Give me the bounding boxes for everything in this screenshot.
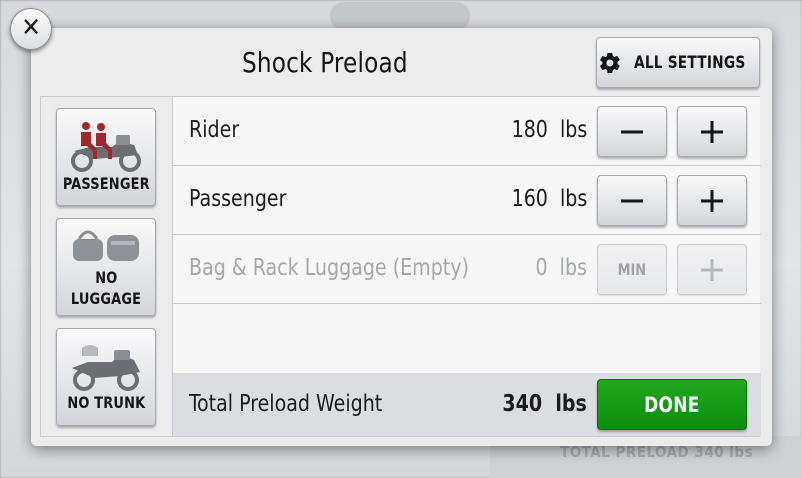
- rider-increase-button[interactable]: [677, 106, 747, 157]
- motorcycle-trunk-icon: [72, 344, 140, 391]
- passenger-label: Passenger: [189, 186, 287, 212]
- luggage-icon: [73, 230, 139, 261]
- rider-weight: 180 lbs: [511, 117, 587, 143]
- done-label: DONE: [644, 392, 700, 417]
- luggage-mode-button[interactable]: NO LUGGAGE: [56, 218, 156, 316]
- passenger-mode-button[interactable]: PASSENGER: [56, 108, 156, 206]
- close-button[interactable]: ✕: [10, 8, 52, 50]
- done-button[interactable]: DONE: [597, 379, 747, 430]
- plus-icon: [701, 120, 723, 143]
- rider-row: Rider 180 lbs: [173, 97, 761, 166]
- all-settings-label: ALL SETTINGS: [634, 52, 746, 73]
- luggage-mode-label-line1: NO: [94, 268, 118, 287]
- weight-rows: Rider 180 lbs Passenger 160 lbs Bag & Ra…: [172, 97, 761, 436]
- passenger-weight: 160 lbs: [511, 186, 587, 212]
- trunk-mode-label: NO TRUNK: [66, 392, 146, 412]
- total-preload-label: Total Preload Weight: [189, 391, 383, 417]
- close-icon: ✕: [21, 13, 41, 43]
- total-preload-row: Total Preload Weight 340 lbs DONE: [173, 373, 761, 436]
- luggage-label: Bag & Rack Luggage (Empty): [189, 255, 469, 281]
- min-label: MIN: [617, 260, 647, 279]
- dialog-title: Shock Preload: [242, 46, 408, 79]
- luggage-increase-button[interactable]: [677, 244, 747, 295]
- all-settings-button[interactable]: ALL SETTINGS: [596, 37, 760, 88]
- luggage-row: Bag & Rack Luggage (Empty) 0 lbs MIN: [173, 235, 761, 304]
- luggage-mode-label-line2: LUGGAGE: [70, 289, 142, 308]
- passenger-mode-label: PASSENGER: [62, 173, 150, 193]
- minus-icon: [621, 199, 643, 202]
- trunk-mode-button[interactable]: NO TRUNK: [56, 328, 156, 426]
- luggage-weight: 0 lbs: [535, 255, 587, 281]
- passenger-row: Passenger 160 lbs: [173, 166, 761, 235]
- plus-icon: [701, 258, 723, 281]
- minus-icon: [621, 130, 643, 133]
- rider-label: Rider: [189, 117, 240, 143]
- background-logo-badge: [330, 2, 470, 30]
- passenger-motorcycle-icon: [71, 121, 141, 172]
- gear-icon: [600, 52, 620, 73]
- plus-icon: [701, 189, 723, 212]
- total-preload-weight: 340 lbs: [502, 391, 587, 417]
- passenger-increase-button[interactable]: [677, 175, 747, 226]
- luggage-min-button[interactable]: MIN: [597, 244, 667, 295]
- passenger-decrease-button[interactable]: [597, 175, 667, 226]
- rider-decrease-button[interactable]: [597, 106, 667, 157]
